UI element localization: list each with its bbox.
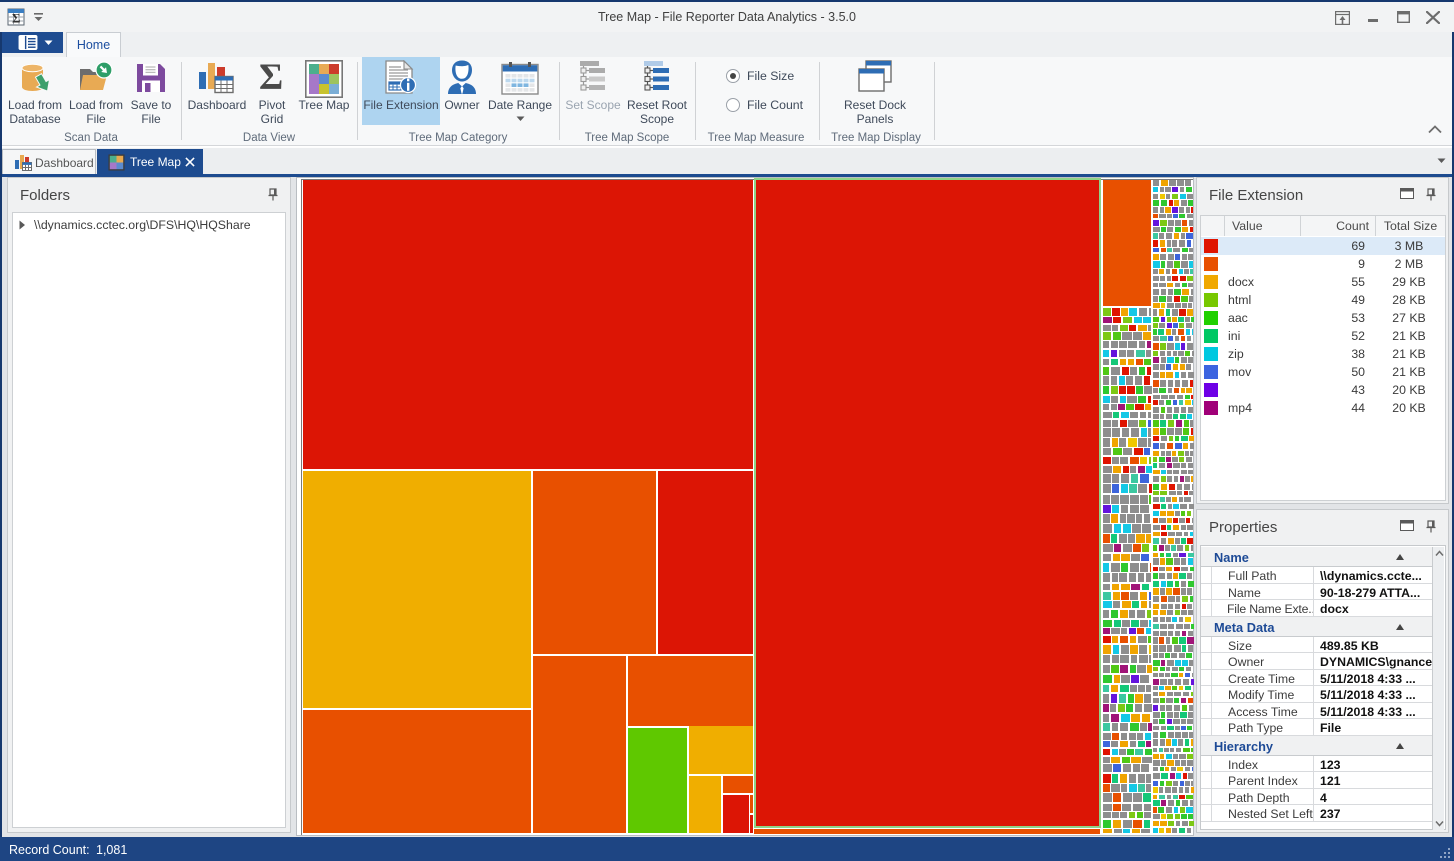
svg-text:Σ: Σ: [12, 11, 21, 26]
